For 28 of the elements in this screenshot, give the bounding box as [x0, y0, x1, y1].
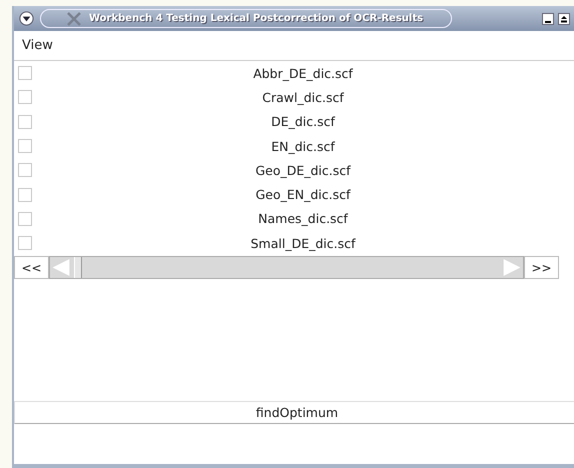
checkbox[interactable] — [18, 139, 32, 154]
checkbox[interactable] — [18, 90, 32, 104]
dictionary-name: Names_dic.scf — [257, 211, 349, 226]
dictionary-name: Geo_EN_dic.scf — [254, 187, 352, 202]
checkbox[interactable] — [18, 188, 32, 202]
scroll-back-button[interactable]: << — [14, 256, 49, 280]
checkbox[interactable] — [18, 163, 32, 178]
checkbox[interactable] — [18, 114, 32, 129]
window-menu-icon[interactable] — [19, 11, 34, 26]
minimize-icon[interactable] — [542, 12, 554, 24]
dictionary-name: Geo_DE_dic.scf — [254, 162, 352, 178]
dictionary-name: Small_DE_dic.scf — [250, 236, 357, 251]
checkbox[interactable] — [18, 236, 32, 250]
checkbox[interactable] — [18, 66, 32, 80]
dictionary-name: Crawl_dic.scf — [261, 90, 345, 105]
right-arrow-icon[interactable] — [501, 257, 523, 278]
find-optimum-button[interactable]: findOptimum — [14, 401, 574, 424]
dictionary-name: Abbr_DE_dic.scf — [252, 66, 354, 81]
dictionary-name: EN_dic.scf — [270, 138, 336, 154]
menu-item[interactable]: View — [22, 38, 53, 53]
scroll-forward-button[interactable]: >> — [524, 256, 559, 280]
left-arrow-icon[interactable] — [50, 257, 72, 278]
maximize-icon[interactable] — [558, 12, 570, 24]
scrollbar-thumb[interactable] — [74, 257, 82, 278]
window-title: Workbench 4 Testing Lexical Postcorrection of OCR-Results — [89, 13, 424, 24]
dictionary-name: DE_dic.scf — [270, 114, 336, 130]
x-logo-icon — [67, 12, 81, 26]
checkbox[interactable] — [18, 212, 32, 226]
